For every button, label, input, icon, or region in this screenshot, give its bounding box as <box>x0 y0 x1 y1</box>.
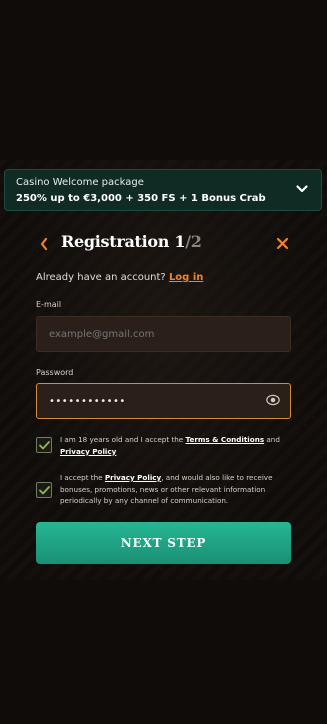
marketing-consent-prefix: I accept the <box>60 473 105 482</box>
terms-consent-prefix: I am 18 years old and I accept the <box>60 435 186 444</box>
privacy-policy-link[interactable]: Privacy Policy <box>60 447 116 456</box>
marketing-consent-text: I accept the Privacy Policy, and would a… <box>60 472 292 507</box>
password-label: Password <box>36 368 74 377</box>
chevron-down-icon[interactable] <box>295 182 309 196</box>
marketing-privacy-policy-link[interactable]: Privacy Policy <box>105 473 161 482</box>
title-text: Registration <box>61 232 170 251</box>
terms-checkbox[interactable] <box>36 437 52 453</box>
page-title: Registration 1/2 <box>61 232 202 251</box>
have-account-line: Already have an account? Log in <box>36 272 203 283</box>
marketing-checkbox[interactable] <box>36 482 52 498</box>
promo-title: Casino Welcome package <box>16 177 144 188</box>
terms-link[interactable]: Terms & Conditions <box>186 435 265 444</box>
promo-offer: 250% up to €3,000 + 350 FS + 1 Bonus Cra… <box>16 193 266 204</box>
terms-consent-text: I am 18 years old and I accept the Terms… <box>60 434 292 457</box>
next-step-button[interactable]: NEXT STEP <box>36 522 291 564</box>
step-total: /2 <box>185 232 202 251</box>
email-label: E-mail <box>36 300 62 309</box>
close-icon[interactable] <box>276 237 289 250</box>
terms-consent-and: and <box>264 435 280 444</box>
login-link[interactable]: Log in <box>169 272 203 283</box>
step-current: 1 <box>174 232 186 251</box>
registration-screen: Casino Welcome package 250% up to €3,000… <box>0 0 327 724</box>
email-field[interactable] <box>36 316 291 352</box>
welcome-package-banner[interactable]: Casino Welcome package 250% up to €3,000… <box>4 169 322 211</box>
show-password-icon[interactable] <box>266 394 280 406</box>
check-icon <box>39 441 50 450</box>
chevron-left-icon[interactable] <box>38 236 50 252</box>
registration-header: Registration 1/2 <box>0 232 327 256</box>
have-account-text: Already have an account? <box>36 272 166 283</box>
check-icon <box>39 486 50 495</box>
password-field[interactable] <box>36 383 291 419</box>
